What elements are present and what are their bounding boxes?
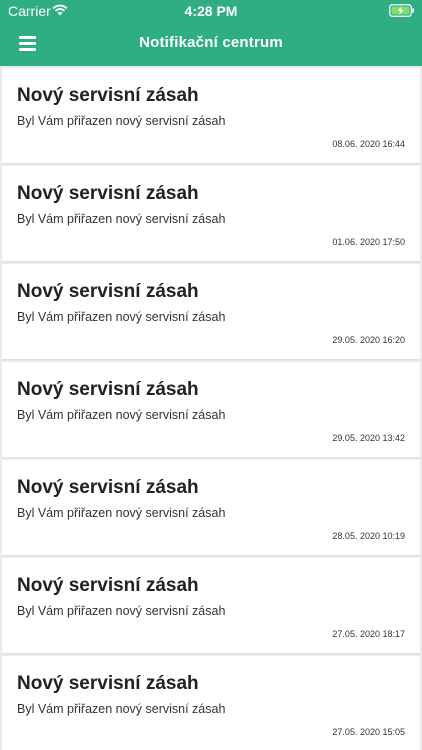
notification-text: Byl Vám přiřazen nový servisní zásah — [17, 212, 226, 226]
notification-date: 29.05. 2020 13:42 — [332, 433, 405, 443]
notification-date: 01.06. 2020 17:50 — [332, 237, 405, 247]
notification-title: Nový servisní zásah — [17, 477, 199, 498]
notification-date: 27.05. 2020 18:17 — [332, 629, 405, 639]
notification-text: Byl Vám přiřazen nový servisní zásah — [17, 310, 226, 324]
notification-date: 29.05. 2020 16:20 — [332, 335, 405, 345]
nav-bar: Notifikační centrum — [0, 22, 422, 66]
notification-title: Nový servisní zásah — [17, 85, 199, 106]
app-header: Carrier 4:28 PM Notifikační centrum — [0, 0, 422, 66]
notification-title: Nový servisní zásah — [17, 281, 199, 302]
notification-text: Byl Vám přiřazen nový servisní zásah — [17, 408, 226, 422]
status-time: 4:28 PM — [184, 3, 238, 19]
notification-title: Nový servisní zásah — [17, 575, 199, 596]
notification-title: Nový servisní zásah — [17, 183, 199, 204]
notification-text: Byl Vám přiřazen nový servisní zásah — [17, 702, 226, 716]
notification-card[interactable]: Nový servisní zásah Byl Vám přiřazen nov… — [2, 166, 420, 261]
notification-title: Nový servisní zásah — [17, 673, 199, 694]
notification-card[interactable]: Nový servisní zásah Byl Vám přiřazen nov… — [2, 264, 420, 359]
notification-date: 08.06. 2020 16:44 — [332, 139, 405, 149]
notification-card[interactable]: Nový servisní zásah Byl Vám přiřazen nov… — [2, 656, 420, 750]
notification-card[interactable]: Nový servisní zásah Byl Vám přiřazen nov… — [2, 558, 420, 653]
notification-text: Byl Vám přiřazen nový servisní zásah — [17, 604, 226, 618]
notification-card[interactable]: Nový servisní zásah Byl Vám přiřazen nov… — [2, 362, 420, 457]
notification-card[interactable]: Nový servisní zásah Byl Vám přiřazen nov… — [2, 460, 420, 555]
notification-card[interactable]: Nový servisní zásah Byl Vám přiřazen nov… — [2, 68, 420, 163]
notification-text: Byl Vám přiřazen nový servisní zásah — [17, 114, 226, 128]
battery-charging-icon — [389, 4, 414, 17]
notification-text: Byl Vám přiřazen nový servisní zásah — [17, 506, 226, 520]
notification-date: 27.05. 2020 15:05 — [332, 727, 405, 737]
notification-date: 28.05. 2020 10:19 — [332, 531, 405, 541]
status-bar: Carrier 4:28 PM — [0, 0, 422, 22]
page-title: Notifikační centrum — [139, 34, 283, 51]
notification-title: Nový servisní zásah — [17, 379, 199, 400]
